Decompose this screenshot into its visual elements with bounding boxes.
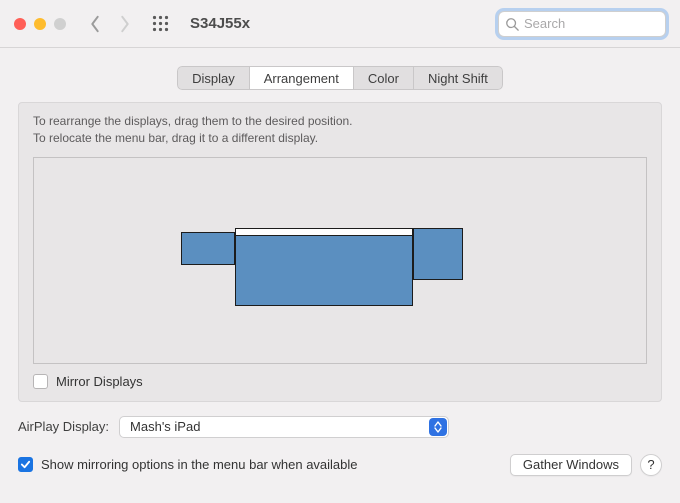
display-arrangement-canvas[interactable] bbox=[33, 157, 647, 364]
select-stepper-icon bbox=[429, 418, 447, 436]
maximize-window-button bbox=[54, 18, 66, 30]
tab-arrangement[interactable]: Arrangement bbox=[249, 66, 354, 90]
airplay-display-label: AirPlay Display: bbox=[18, 419, 109, 434]
display-left[interactable] bbox=[181, 232, 235, 265]
gather-windows-button[interactable]: Gather Windows bbox=[510, 454, 632, 476]
titlebar: S34J55x bbox=[0, 0, 680, 48]
minimize-window-button[interactable] bbox=[34, 18, 46, 30]
instructions: To rearrange the displays, drag them to … bbox=[33, 113, 647, 147]
display-right[interactable] bbox=[413, 228, 463, 280]
show-mirroring-checkbox[interactable] bbox=[18, 457, 33, 472]
tab-color[interactable]: Color bbox=[353, 66, 414, 90]
show-mirroring-label: Show mirroring options in the menu bar w… bbox=[41, 457, 358, 472]
search-input[interactable] bbox=[524, 16, 659, 31]
close-window-button[interactable] bbox=[14, 18, 26, 30]
instructions-line-2: To relocate the menu bar, drag it to a d… bbox=[33, 130, 647, 147]
chevron-left-icon bbox=[88, 15, 102, 33]
window-title: S34J55x bbox=[190, 15, 250, 32]
nav-group bbox=[86, 15, 134, 33]
arrangement-pane: To rearrange the displays, drag them to … bbox=[18, 102, 662, 402]
instructions-line-1: To rearrange the displays, drag them to … bbox=[33, 113, 647, 130]
airplay-display-select[interactable]: Mash's iPad bbox=[119, 416, 449, 438]
tab-bar: Display Arrangement Color Night Shift bbox=[177, 66, 503, 90]
show-all-preferences-button[interactable] bbox=[150, 14, 170, 34]
mirror-displays-checkbox[interactable] bbox=[33, 374, 48, 389]
back-button[interactable] bbox=[86, 15, 104, 33]
help-button[interactable]: ? bbox=[640, 454, 662, 476]
chevron-right-icon bbox=[118, 15, 132, 33]
forward-button[interactable] bbox=[116, 15, 134, 33]
bottom-controls: AirPlay Display: Mash's iPad Show mirror… bbox=[0, 402, 680, 476]
grid-icon bbox=[152, 15, 169, 32]
search-icon bbox=[505, 17, 519, 31]
search-field[interactable] bbox=[498, 11, 666, 37]
check-icon bbox=[20, 459, 31, 470]
tabs-row: Display Arrangement Color Night Shift bbox=[0, 66, 680, 90]
tab-night-shift[interactable]: Night Shift bbox=[413, 66, 503, 90]
tab-display[interactable]: Display bbox=[177, 66, 250, 90]
mirror-displays-row: Mirror Displays bbox=[33, 374, 647, 389]
mirror-displays-label: Mirror Displays bbox=[56, 374, 143, 389]
window-controls bbox=[14, 18, 66, 30]
airplay-display-value: Mash's iPad bbox=[130, 419, 200, 434]
display-main[interactable] bbox=[235, 228, 413, 306]
airplay-row: AirPlay Display: Mash's iPad bbox=[18, 416, 662, 438]
show-mirroring-row: Show mirroring options in the menu bar w… bbox=[18, 454, 662, 476]
chevron-down-icon bbox=[434, 427, 442, 433]
